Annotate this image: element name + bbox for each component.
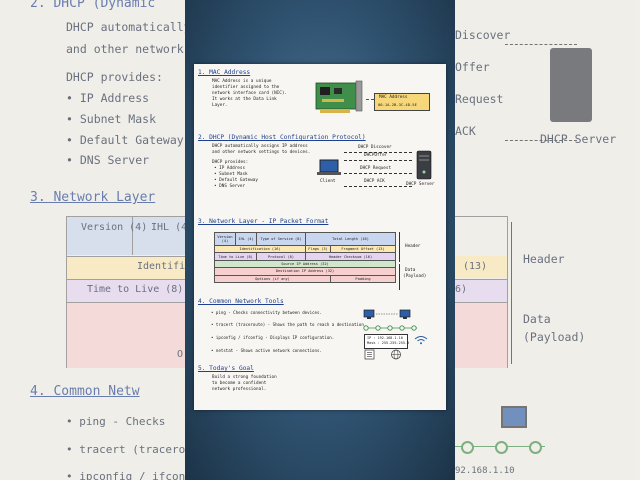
dhcp-step: DHCP ACK (364, 179, 385, 184)
bullet-item: • DNS Server (214, 184, 246, 189)
cell-ihl: IHL (4) (235, 232, 257, 246)
server-icon (416, 150, 432, 180)
payload-label: (Payload) (403, 274, 427, 279)
cell-protocol: Protocol (8) (256, 252, 306, 261)
dhcp-step: DHCP Request (360, 166, 392, 171)
cheat-sheet-card: 1. MAC Address MAC Address is a unique i… (194, 64, 446, 410)
cell-options: Options (if any) (214, 274, 331, 283)
section-mac-address: 1. MAC Address MAC Address is a unique i… (198, 69, 442, 127)
mask-line: Mask : 255.255.255.0 (367, 341, 410, 345)
cell-source-ip: Source IP Address (32) (214, 259, 396, 269)
section-title: 2. DHCP (Dynamic Host Configuration Prot… (198, 134, 366, 141)
background-left-panel: 2. DHCP (Dynamic DHCP automatically and … (0, 0, 185, 480)
network-card-icon (315, 80, 363, 113)
cell-identification: Identification (16) (214, 244, 306, 254)
client-label: Client (320, 179, 336, 184)
cell-destination-ip: Destination IP Address (32) (214, 267, 396, 276)
tool-ping: • ping - Checks connectivity between dev… (211, 310, 322, 315)
cell-padding: Padding (330, 274, 396, 283)
mac-label: MAC Address (379, 95, 408, 100)
section-ip-packet: 3. Network Layer - IP Packet Format Vers… (198, 218, 442, 294)
header-bracket (399, 232, 400, 262)
cell-total-length: Total Length (16) (305, 232, 396, 246)
cell-ttl: Time to Live (8) (214, 252, 257, 261)
mac-value: 00-1A-2B-3C-4D-5E (378, 102, 417, 107)
section-title: 5. Today's Goal (198, 365, 254, 372)
tool-tracert: • tracert (traceroute) - Shows the path … (211, 322, 367, 327)
tool-netstat: • netstat - Shows active network connect… (211, 348, 322, 353)
data-bracket (399, 264, 400, 290)
body-line: network professional. (212, 387, 267, 392)
cell-flags: Flags (3) (305, 244, 331, 254)
background-right-panel: Discover Offer Request ACK DHCP Server (… (455, 0, 640, 480)
mac-address-box: MAC Address 00-1A-2B-3C-4D-5E (374, 93, 430, 111)
ip-config-box: IP : 192.168.1.10 Mask : 255.255.255.0 (364, 334, 410, 349)
traceroute-path-icon (363, 325, 417, 331)
section-dhcp: 2. DHCP (Dynamic Host Configuration Prot… (198, 134, 442, 218)
section-title: 4. Common Network Tools (198, 298, 284, 305)
cell-fragment-offset: Fragment Offset (13) (330, 244, 396, 254)
cell-checksum: Header Checksum (16) (305, 252, 396, 261)
cell-tos: Type of Service (8) (256, 232, 306, 246)
body-line: Layer. (212, 103, 228, 108)
netstat-icons (364, 349, 401, 360)
header-label: Header (405, 244, 421, 249)
body-line: and other network settings to devices. (212, 150, 311, 155)
section-network-tools: 4. Common Network Tools • ping - Checks … (198, 298, 442, 360)
section-todays-goal: 5. Today's Goal Build a strong foundatio… (198, 365, 442, 407)
tool-ipconfig: • ipconfig / ifconfig - Displays IP conf… (211, 335, 335, 340)
section-title: 3. Network Layer - IP Packet Format (198, 218, 329, 225)
laptop-icon (317, 159, 341, 175)
dhcp-step: DHCPOffer (364, 153, 388, 158)
ip-header-table: Version (4) IHL (4) Type of Service (8) … (214, 232, 396, 283)
section-title: 1. MAC Address (198, 69, 251, 76)
server-label: DHCP Server (406, 182, 435, 187)
dhcp-step: DHCP Discover (358, 145, 392, 150)
cell-version: Version (4) (214, 232, 236, 246)
ping-computers-icon (363, 309, 411, 319)
wifi-icon (414, 336, 428, 345)
